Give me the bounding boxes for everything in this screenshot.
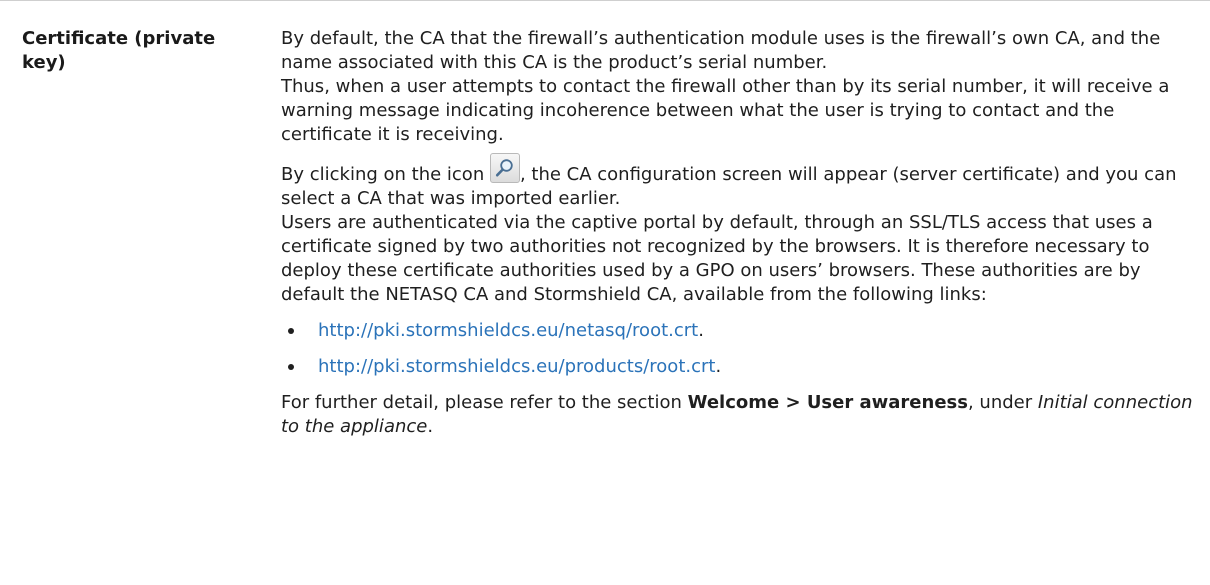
authority-link-list: http://pki.stormshieldcs.eu/netasq/root.… [281, 319, 1196, 379]
netasq-root-cert-link[interactable]: http://pki.stormshieldcs.eu/netasq/root.… [318, 320, 698, 341]
term-label: Certificate (private key) [22, 28, 216, 73]
paragraph-default-ca: By default, the CA that the firewall’s a… [281, 28, 1161, 73]
list-item: http://pki.stormshieldcs.eu/products/roo… [281, 355, 1196, 379]
section-reference: Welcome > User awareness [687, 392, 968, 413]
further-detail-end: . [427, 416, 434, 437]
term-description: By default, the CA that the firewall’s a… [281, 27, 1196, 439]
further-detail-middle: , under [967, 392, 1038, 413]
magnifier-icon [489, 153, 520, 183]
list-item: http://pki.stormshieldcs.eu/netasq/root.… [281, 319, 1196, 343]
paragraph-further-detail: For further detail, please refer to the … [281, 391, 1196, 439]
link-suffix: . [698, 320, 704, 341]
bullet-icon [288, 328, 294, 334]
icon-instruction-prefix: By clicking on the icon [281, 164, 490, 185]
table-top-border [0, 0, 1210, 1]
link-suffix: . [715, 356, 722, 377]
bullet-icon [288, 364, 294, 370]
paragraph-captive-portal: Users are authenticated via the captive … [281, 212, 1153, 305]
paragraph-warning: Thus, when a user attempts to contact th… [281, 76, 1170, 145]
further-detail-prefix: For further detail, please refer to the … [281, 392, 688, 413]
paragraph-icon-instruction: By clicking on the icon , the CA configu… [281, 153, 1196, 211]
products-root-cert-link[interactable]: http://pki.stormshieldcs.eu/products/roo… [318, 356, 715, 377]
magnifier-icon-glyph [495, 159, 513, 177]
